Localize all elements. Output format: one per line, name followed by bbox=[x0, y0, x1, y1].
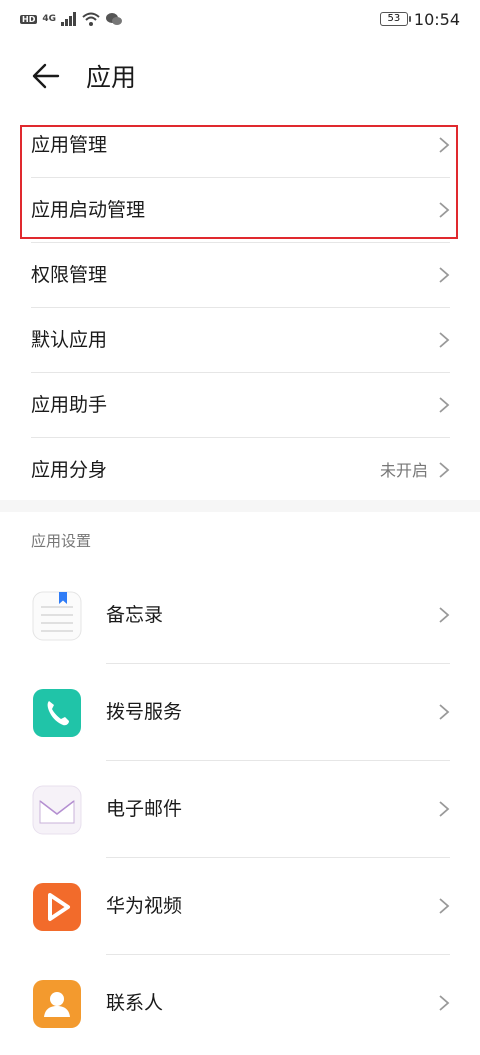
app-label: 电子邮件 bbox=[106, 798, 183, 820]
app-row-video[interactable]: 华为视频 bbox=[0, 858, 480, 955]
chevron-right-icon bbox=[439, 267, 450, 283]
app-label: 华为视频 bbox=[106, 895, 183, 917]
status-bar: HD 4G 53 10:54 bbox=[0, 0, 480, 40]
phone-icon bbox=[33, 689, 81, 737]
app-label: 拨号服务 bbox=[106, 701, 183, 723]
notes-icon bbox=[32, 591, 82, 641]
battery-icon: 53 bbox=[379, 12, 411, 26]
menu-label: 应用分身 bbox=[31, 459, 108, 481]
signal-icon bbox=[61, 12, 76, 26]
chevron-right-icon bbox=[439, 462, 450, 478]
app-row-contacts[interactable]: 联系人 bbox=[0, 955, 480, 1052]
app-row-notes[interactable]: 备忘录 bbox=[0, 567, 480, 664]
menu-label: 默认应用 bbox=[31, 329, 108, 351]
email-icon bbox=[32, 785, 82, 835]
chevron-right-icon bbox=[439, 704, 450, 720]
menu-label: 应用助手 bbox=[31, 394, 108, 416]
chevron-right-icon bbox=[439, 607, 450, 623]
app-settings-list: 备忘录 拨号服务 电子邮件 华为视频 联系人 bbox=[0, 567, 480, 1052]
chevron-right-icon bbox=[439, 801, 450, 817]
wechat-icon bbox=[106, 13, 122, 25]
menu-default-apps[interactable]: 默认应用 bbox=[0, 308, 480, 373]
menu-label: 权限管理 bbox=[31, 264, 108, 286]
app-header: 应用 bbox=[0, 48, 480, 104]
app-label: 备忘录 bbox=[106, 604, 164, 626]
section-gap bbox=[0, 500, 480, 512]
hd-icon: HD bbox=[20, 14, 38, 24]
network-type: 4G bbox=[42, 14, 56, 24]
chevron-right-icon bbox=[439, 397, 450, 413]
video-icon bbox=[33, 883, 81, 931]
chevron-right-icon bbox=[439, 332, 450, 348]
highlight-box bbox=[20, 125, 458, 239]
battery-level: 53 bbox=[387, 13, 401, 24]
page-title: 应用 bbox=[86, 63, 137, 92]
app-twin-status: 未开启 bbox=[379, 461, 428, 480]
back-arrow-icon[interactable] bbox=[30, 60, 62, 92]
chevron-right-icon bbox=[439, 995, 450, 1011]
chevron-right-icon bbox=[439, 898, 450, 914]
menu-app-assistant[interactable]: 应用助手 bbox=[0, 373, 480, 438]
menu-permission-management[interactable]: 权限管理 bbox=[0, 243, 480, 308]
menu-app-twin[interactable]: 应用分身 未开启 bbox=[0, 438, 480, 503]
app-row-email[interactable]: 电子邮件 bbox=[0, 761, 480, 858]
contacts-icon bbox=[33, 980, 81, 1028]
wifi-icon bbox=[82, 12, 100, 26]
app-label: 联系人 bbox=[106, 992, 164, 1014]
clock: 10:54 bbox=[413, 9, 460, 29]
app-row-dialer[interactable]: 拨号服务 bbox=[0, 664, 480, 761]
section-title: 应用设置 bbox=[31, 532, 92, 550]
